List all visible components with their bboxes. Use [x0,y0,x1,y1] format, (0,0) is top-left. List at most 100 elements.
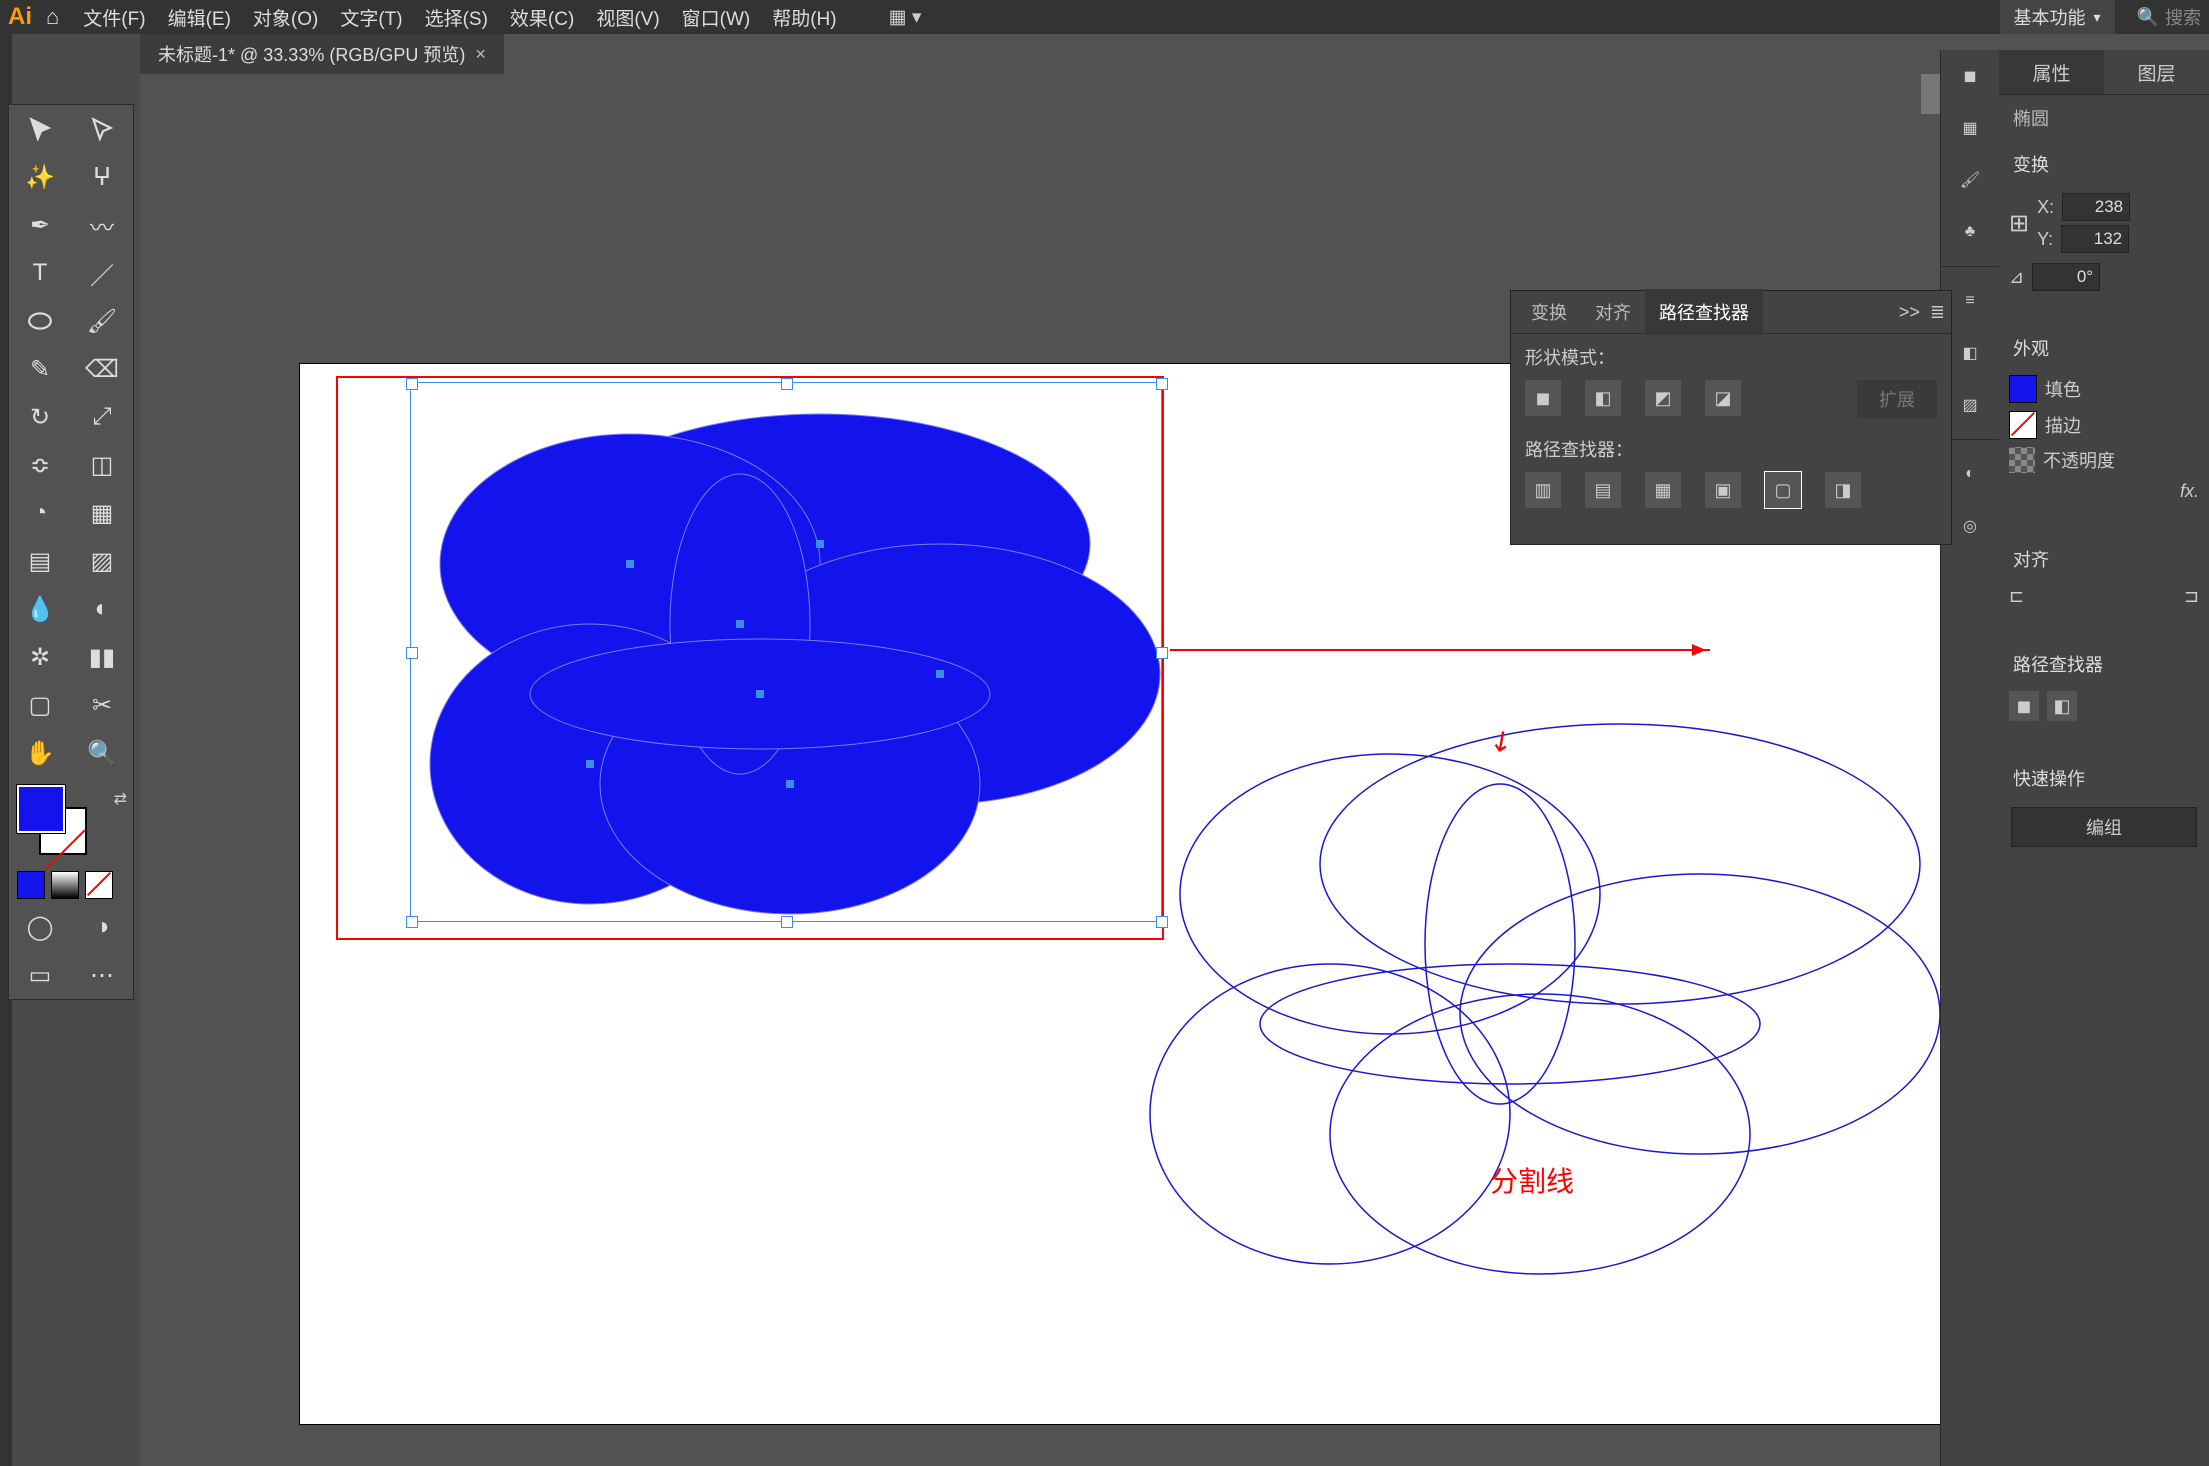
curvature-tool[interactable]: 〰 [71,201,133,249]
menu-edit[interactable]: 编辑(E) [168,4,231,31]
color-mode-solid[interactable] [17,871,45,899]
mesh-tool[interactable]: ▤ [9,537,71,585]
ellipse-group-outlines[interactable] [1060,684,1940,1324]
fill-label: 填色 [2045,376,2081,402]
panel-icon-color[interactable]: ◼ [1941,50,1999,102]
eraser-tool[interactable]: ⌫ [71,345,133,393]
menu-object[interactable]: 对象(O) [253,4,318,31]
direct-selection-tool[interactable] [71,105,133,153]
shaper-tool[interactable]: ✎ [9,345,71,393]
properties-panel: 属性 图层 椭圆 变换 ⊞ X:238 Y:132 ⊿0° 外观 填色 描边 不… [1999,50,2209,1466]
scale-tool[interactable]: ⤢ [71,393,133,441]
fill-swatch[interactable] [17,785,65,833]
tab-layers[interactable]: 图层 [2104,50,2209,94]
arrange-docs-icon[interactable]: ▦ ▾ [889,6,922,29]
paintbrush-tool[interactable]: 🖌 [71,297,133,345]
screen-mode[interactable]: ▭ [9,951,71,999]
lasso-tool[interactable]: ⵖ [71,153,133,201]
align-right-icon[interactable]: ⊐ [2184,586,2199,607]
fill-stroke-swatch[interactable] [15,783,73,841]
slice-tool[interactable]: ✂ [71,681,133,729]
fill-color-swatch[interactable] [2009,375,2037,403]
pathfinder-crop[interactable]: ▣ [1705,472,1741,508]
zoom-tool[interactable]: 🔍 [71,729,133,777]
panel-tab-transform[interactable]: 变换 [1517,299,1581,325]
panel-tab-pathfinder[interactable]: 路径查找器 [1645,289,1763,335]
stroke-color-swatch[interactable] [2009,411,2037,439]
perspective-tool[interactable]: ▦ [71,489,133,537]
edit-toolbar[interactable]: ⋯ [71,951,133,999]
opacity-swatch[interactable] [2009,447,2035,473]
pathfinder-minus-back[interactable]: ◨ [1825,472,1861,508]
canvas-area[interactable]: ↘ 分割线 [140,74,1941,1466]
panel-icon-brushes[interactable]: 🖌 [1941,154,1999,206]
x-field[interactable]: 238 [2062,193,2130,221]
selection-tool[interactable] [9,105,71,153]
menu-window[interactable]: 窗口(W) [682,4,751,31]
pathfinders-label: 路径查找器： [1525,436,1937,462]
tab-properties[interactable]: 属性 [1999,50,2104,94]
pathfinder-outline[interactable]: ▢ [1765,472,1801,508]
menu-view[interactable]: 视图(V) [596,4,659,31]
menu-type[interactable]: 文字(T) [340,4,402,31]
free-transform-tool[interactable]: ◫ [71,441,133,489]
pen-tool[interactable]: ✒ [9,201,71,249]
panel-icon-symbols[interactable]: ♣ [1941,206,1999,258]
menu-select[interactable]: 选择(S) [425,4,488,31]
shape-mode-minus-front[interactable]: ◧ [1585,380,1621,416]
shape-mode-unite[interactable]: ◼ [1525,380,1561,416]
draw-mode-behind[interactable]: ◑ [71,903,133,951]
type-tool[interactable]: T [9,249,71,297]
align-left-icon[interactable]: ⊏ [2009,586,2024,607]
magic-wand-tool[interactable]: ✨ [9,153,71,201]
color-mode-gradient[interactable] [51,871,79,899]
pathfinder-merge[interactable]: ▦ [1645,472,1681,508]
angle-field[interactable]: 0° [2032,263,2100,291]
pathfinder-panel[interactable]: 变换 对齐 路径查找器 >> ≣ 形状模式： ◼ ◧ ◩ ◪ 扩展 路径查找器：… [1510,290,1952,545]
pathfinder-divide[interactable]: ▥ [1525,472,1561,508]
panel-menu-icon[interactable]: ≣ [1930,302,1945,323]
color-mode-none[interactable] [85,871,113,899]
selection-bounding-box[interactable] [410,382,1162,922]
eyedropper-tool[interactable]: 💧 [9,585,71,633]
shape-mode-intersect[interactable]: ◩ [1645,380,1681,416]
panel-icon-swatches[interactable]: ▦ [1941,102,1999,154]
pathfinder-section-label: 路径查找器 [1999,641,2209,687]
prop-pathfinder-unite[interactable]: ◼ [2009,691,2039,721]
search-box[interactable]: 🔍 搜索 [2137,4,2201,30]
blend-tool[interactable]: ◐ [71,585,133,633]
pathfinder-trim[interactable]: ▤ [1585,472,1621,508]
prop-pathfinder-minus[interactable]: ◧ [2047,691,2077,721]
home-icon[interactable]: ⌂ [46,4,59,30]
draw-mode-normal[interactable]: ◯ [9,903,71,951]
gradient-tool[interactable]: ▨ [71,537,133,585]
menu-file[interactable]: 文件(F) [83,4,145,31]
symbol-sprayer-tool[interactable]: ✲ [9,633,71,681]
menu-effect[interactable]: 效果(C) [510,4,574,31]
tab-close-icon[interactable]: × [475,44,486,65]
rotate-tool[interactable]: ↻ [9,393,71,441]
line-tool[interactable]: ／ [71,249,133,297]
width-tool[interactable]: ≎ [9,441,71,489]
scrollbar-vertical[interactable] [1921,74,1941,114]
y-field[interactable]: 132 [2061,225,2129,253]
fx-button[interactable]: fx. [2180,481,2199,502]
selection-type-label: 椭圆 [1999,95,2209,141]
swap-fill-stroke-icon[interactable]: ⇄ [114,789,127,809]
hand-tool[interactable]: ✋ [9,729,71,777]
shape-builder-tool[interactable]: ◔ [9,489,71,537]
x-label: X: [2037,197,2054,218]
artboard-tool[interactable]: ▢ [9,681,71,729]
shape-modes-label: 形状模式： [1525,344,1937,370]
menu-help[interactable]: 帮助(H) [772,4,836,31]
workspace-switcher[interactable]: 基本功能 ▾ [2000,0,2115,34]
app-logo: Ai [8,3,32,31]
ellipse-tool[interactable] [9,297,71,345]
quick-group-button[interactable]: 编组 [2011,807,2197,847]
shape-mode-exclude[interactable]: ◪ [1705,380,1741,416]
panel-collapse-icon[interactable]: >> [1899,302,1920,323]
document-tab[interactable]: 未标题-1* @ 33.33% (RGB/GPU 预览) × [140,34,504,74]
panel-tab-align[interactable]: 对齐 [1581,299,1645,325]
graph-tool[interactable]: ▮▮ [71,633,133,681]
color-mode-row [9,867,133,903]
